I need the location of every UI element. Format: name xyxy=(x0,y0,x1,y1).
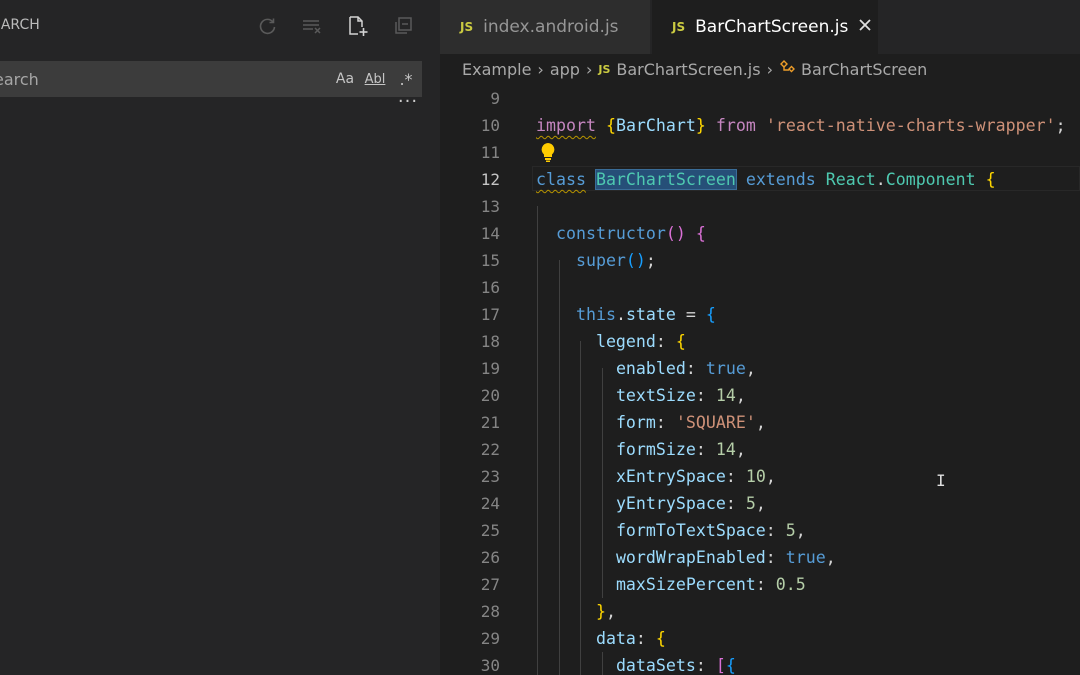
code-line: 22 formSize: 14, xyxy=(440,436,1080,463)
code-line: 19 enabled: true, xyxy=(440,355,1080,382)
breadcrumb-item-symbol[interactable]: BarChartScreen xyxy=(801,60,927,79)
match-whole-word-toggle[interactable]: Abl xyxy=(363,67,387,91)
line-number: 12 xyxy=(480,170,500,189)
breadcrumb-item-file[interactable]: BarChartScreen.js xyxy=(616,60,760,79)
code-line: 10 import {BarChart} from 'react-native-… xyxy=(440,112,1080,139)
code-line: 20 textSize: 14, xyxy=(440,382,1080,409)
line-number: 15 xyxy=(480,251,500,270)
line-number: 13 xyxy=(480,197,500,216)
code-line: 27 maxSizePercent: 0.5 xyxy=(440,571,1080,598)
code-text: yEntrySpace: 5, xyxy=(615,494,766,513)
chevron-right-icon: › xyxy=(585,59,593,79)
search-input[interactable] xyxy=(0,61,314,97)
code-text: data: { xyxy=(595,629,666,648)
line-number: 17 xyxy=(480,305,500,324)
line-number: 10 xyxy=(480,116,500,135)
line-number: 20 xyxy=(480,386,500,405)
code-line: 23 xEntrySpace: 10, xyxy=(440,463,1080,490)
line-number: 30 xyxy=(480,656,500,675)
line-number: 27 xyxy=(480,575,500,594)
code-line: 18 legend: { xyxy=(440,328,1080,355)
line-number: 23 xyxy=(480,467,500,486)
toggle-search-details-button[interactable]: ··· xyxy=(396,93,420,116)
tab-index-android-js[interactable]: JS index.android.js xyxy=(440,0,650,54)
line-number: 9 xyxy=(490,89,500,108)
match-case-toggle[interactable]: Aa xyxy=(334,67,356,91)
breadcrumb: Example › app › JS BarChartScreen.js › B… xyxy=(440,54,1080,84)
collapse-all-icon[interactable] xyxy=(391,14,415,38)
code-line: 25 formToTextSpace: 5, xyxy=(440,517,1080,544)
line-number: 29 xyxy=(480,629,500,648)
code-editor[interactable]: 9 10 import {BarChart} from 'react-nativ… xyxy=(440,84,1080,675)
code-line: 29 data: { xyxy=(440,625,1080,652)
code-line: 13 xyxy=(440,193,1080,220)
code-line: 16 xyxy=(440,274,1080,301)
code-line: 30 dataSets: [{ xyxy=(440,652,1080,675)
line-number: 26 xyxy=(480,548,500,567)
code-line: 28 }, xyxy=(440,598,1080,625)
chevron-right-icon: › xyxy=(537,59,544,79)
code-text: class BarChartScreen extends React.Compo… xyxy=(536,169,996,190)
code-line: 21 form: 'SQUARE', xyxy=(440,409,1080,436)
code-text: enabled: true, xyxy=(615,359,756,378)
code-text: this.state = { xyxy=(575,305,716,324)
code-line: 24 yEntrySpace: 5, xyxy=(440,490,1080,517)
code-line: 9 xyxy=(440,85,1080,112)
code-line: 17 this.state = { xyxy=(440,301,1080,328)
text-cursor-icon: I xyxy=(936,471,946,490)
code-text: super(); xyxy=(575,251,656,270)
code-line: 15 super(); xyxy=(440,247,1080,274)
code-text: maxSizePercent: 0.5 xyxy=(615,575,806,594)
sidebar-header: EARCH xyxy=(0,0,440,54)
line-number: 11 xyxy=(480,143,500,162)
code-text: textSize: 14, xyxy=(615,386,746,405)
code-text: dataSets: [{ xyxy=(615,656,736,675)
breadcrumb-item-example[interactable]: Example xyxy=(462,60,531,79)
code-line: 11 xyxy=(440,139,1080,166)
line-number: 21 xyxy=(480,413,500,432)
line-number: 19 xyxy=(480,359,500,378)
js-file-icon: JS xyxy=(460,20,474,34)
chevron-right-icon: › xyxy=(766,59,773,79)
js-file-icon: JS xyxy=(672,20,686,34)
close-icon[interactable] xyxy=(858,18,872,36)
line-number: 14 xyxy=(480,224,500,243)
code-text: import {BarChart} from 'react-native-cha… xyxy=(536,116,1066,135)
code-line: 26 wordWrapEnabled: true, xyxy=(440,544,1080,571)
editor-tab-bar: JS index.android.js JS BarChartScreen.js xyxy=(440,0,1080,54)
search-sidebar: EARCH Aa Abl .* ··· xyxy=(0,0,440,675)
code-text: form: 'SQUARE', xyxy=(615,413,766,432)
lightbulb-icon[interactable] xyxy=(538,141,560,163)
line-number: 18 xyxy=(480,332,500,351)
line-number: 22 xyxy=(480,440,500,459)
code-text: legend: { xyxy=(595,332,686,351)
code-text: }, xyxy=(595,602,616,621)
code-text: constructor() { xyxy=(555,224,706,243)
search-box: Aa Abl .* xyxy=(0,61,422,97)
code-text: xEntrySpace: 10, xyxy=(615,467,776,486)
code-text: formSize: 14, xyxy=(615,440,746,459)
line-number: 25 xyxy=(480,521,500,540)
refresh-icon[interactable] xyxy=(256,14,280,38)
js-file-icon: JS xyxy=(598,62,611,76)
breadcrumb-item-app[interactable]: app xyxy=(550,60,580,79)
tab-barchartscreen-js[interactable]: JS BarChartScreen.js xyxy=(652,0,878,54)
use-regex-toggle[interactable]: .* xyxy=(394,67,418,91)
tab-label: BarChartScreen.js xyxy=(695,17,849,37)
line-number: 16 xyxy=(480,278,500,297)
code-text: formToTextSpace: 5, xyxy=(615,521,806,540)
code-line: 12 class BarChartScreen extends React.Co… xyxy=(440,166,1080,193)
tab-label: index.android.js xyxy=(483,17,619,37)
line-number: 24 xyxy=(480,494,500,513)
clear-results-icon[interactable] xyxy=(300,14,324,38)
code-line: 14 constructor() { xyxy=(440,220,1080,247)
new-search-editor-icon[interactable] xyxy=(346,14,370,38)
symbol-class-icon xyxy=(779,59,797,79)
line-number: 28 xyxy=(480,602,500,621)
code-text: wordWrapEnabled: true, xyxy=(615,548,836,567)
sidebar-title: EARCH xyxy=(0,17,40,33)
